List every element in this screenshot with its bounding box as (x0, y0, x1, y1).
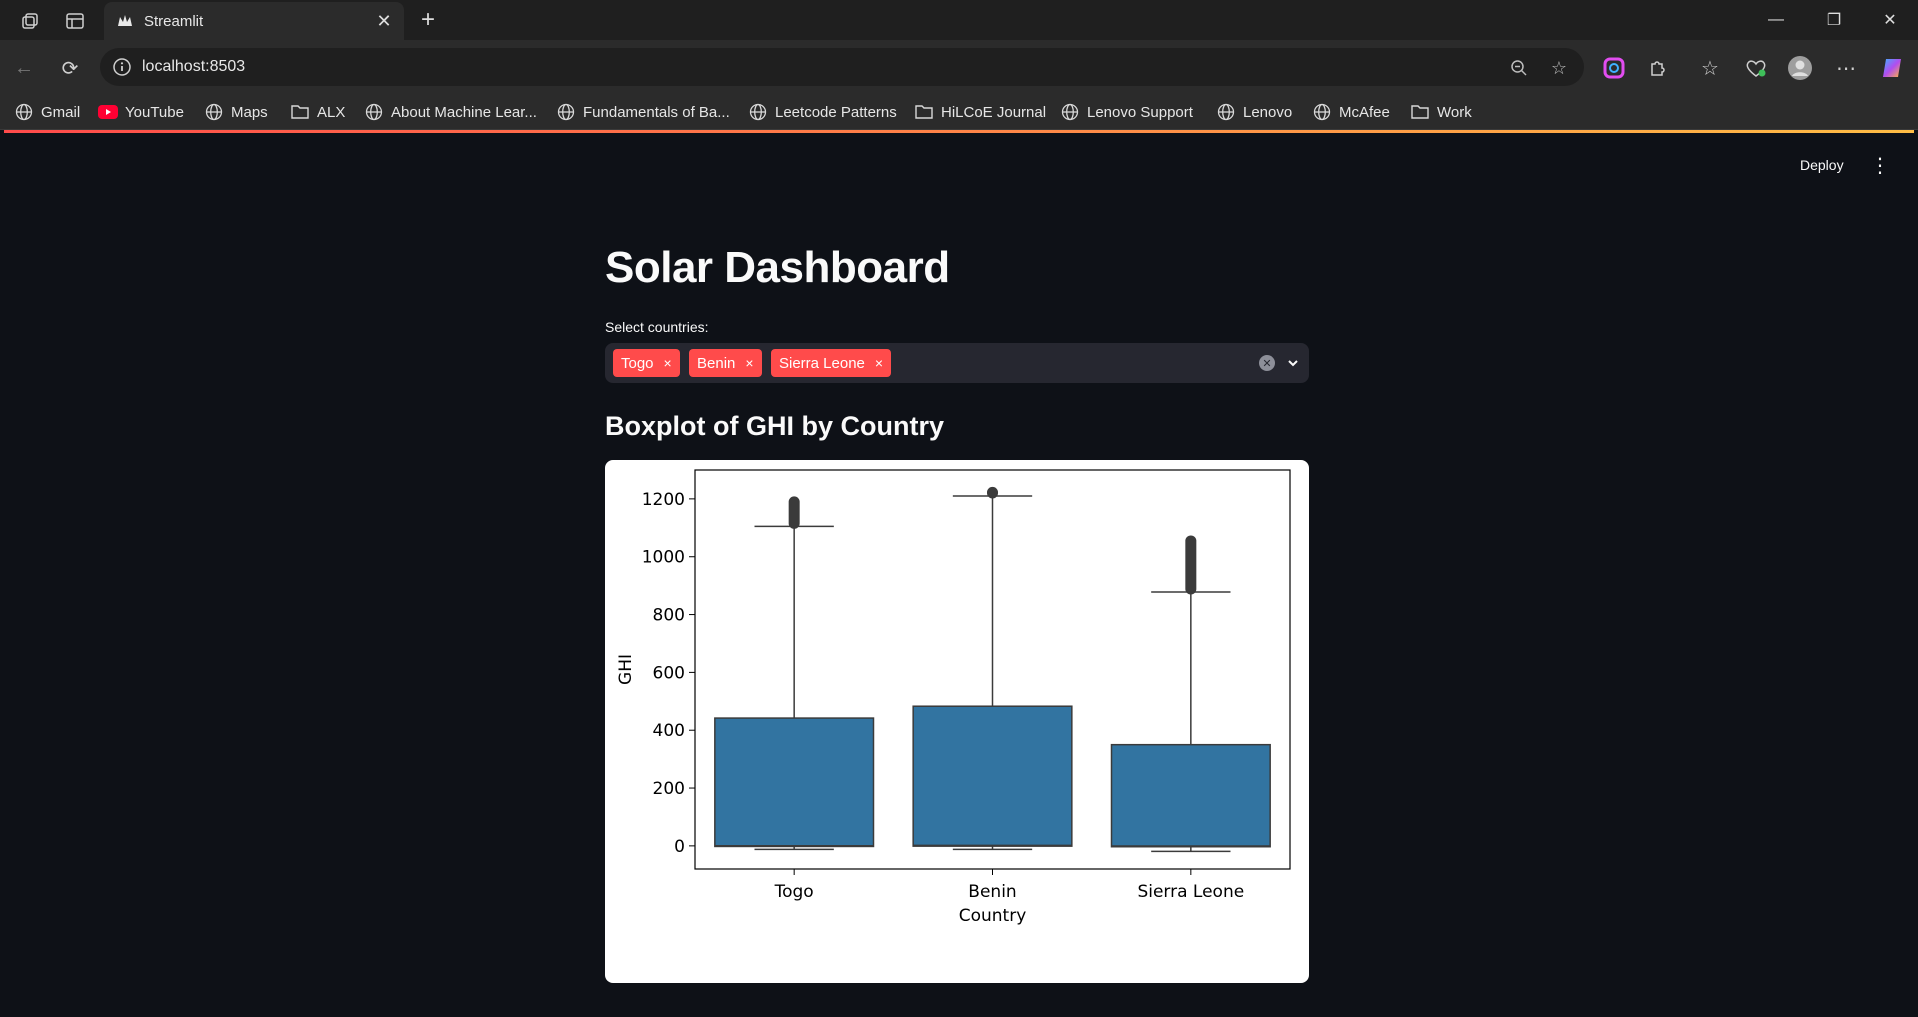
url-text[interactable]: localhost:8503 (142, 58, 245, 76)
chip-sierra-leone[interactable]: Sierra Leone × (771, 349, 892, 377)
page-title: Solar Dashboard (605, 243, 950, 292)
bookmark-item[interactable]: YouTube (98, 101, 184, 123)
bookmark-label: McAfee (1339, 103, 1390, 121)
bookmark-label: Fundamentals of Ba... (583, 103, 730, 121)
favorites-icon[interactable]: ☆ (1696, 54, 1724, 82)
globe-icon (14, 102, 34, 122)
extensions-icon[interactable] (1644, 54, 1672, 82)
bookmark-label: Gmail (41, 103, 81, 121)
clear-all-icon[interactable]: ✕ (1259, 355, 1275, 371)
folder-icon (290, 102, 310, 122)
folder-icon (914, 102, 934, 122)
reload-icon[interactable]: ⟳ (56, 54, 84, 82)
browser-essentials-icon[interactable] (1742, 54, 1770, 82)
streamlit-app: Deploy ⋮ Solar Dashboard Select countrie… (4, 133, 1914, 1017)
box-sierra-leone (1110, 743, 1271, 848)
bookmark-item[interactable]: Lenovo (1216, 101, 1292, 123)
bookmark-item[interactable]: McAfee (1312, 101, 1390, 123)
vertical-tabs-icon[interactable] (62, 8, 88, 34)
chip-benin[interactable]: Benin × (689, 349, 762, 377)
more-options-icon[interactable]: ⋯ (1832, 54, 1860, 82)
copilot-icon[interactable] (1878, 54, 1906, 82)
deploy-button[interactable]: Deploy (1800, 157, 1844, 173)
bookmark-label: About Machine Lear... (391, 103, 537, 121)
folder-icon (1410, 102, 1430, 122)
x-tick-label: Sierra Leone (1137, 882, 1244, 902)
chart-subheader: Boxplot of GHI by Country (605, 411, 944, 441)
y-axis-label: GHI (616, 654, 636, 685)
y-tick-label: 0 (674, 837, 685, 857)
globe-icon (204, 102, 224, 122)
bookmark-item[interactable]: Work (1410, 101, 1472, 123)
new-tab-button[interactable]: + (414, 6, 442, 34)
main-menu-icon[interactable]: ⋮ (1870, 151, 1890, 179)
bookmark-item[interactable]: Gmail (14, 101, 80, 123)
favorite-star-icon[interactable]: ☆ (1548, 57, 1570, 79)
streamlit-crown-icon (116, 12, 134, 30)
bookmark-label: Lenovo (1243, 103, 1293, 121)
tab-close-icon[interactable]: ✕ (374, 11, 394, 31)
browser-nav-bar: ← ⟳ localhost:8503 ☆ ☆ ⋯ (0, 40, 1918, 94)
copilot-color-icon[interactable] (1600, 54, 1628, 82)
tab-title: Streamlit (144, 12, 204, 30)
multiselect-label: Select countries: (605, 319, 709, 335)
globe-icon (1312, 102, 1332, 122)
y-tick-label: 200 (653, 779, 685, 799)
bookmark-label: Lenovo Support (1087, 103, 1193, 121)
bookmark-label: YouTube (125, 103, 184, 121)
country-multiselect[interactable]: Togo × Benin × Sierra Leone × ✕ (605, 343, 1309, 383)
profile-avatar[interactable] (1786, 54, 1814, 82)
y-tick-label: 600 (653, 663, 685, 683)
browser-tab-bar: Streamlit ✕ + — ❐ ✕ (0, 0, 1918, 40)
boxplot-chart: 0 200 400 600 800 1000 1200 GHI Togo Benin Sierra … (605, 460, 1309, 983)
globe-icon (556, 102, 576, 122)
bookmark-item[interactable]: Leetcode Patterns (748, 101, 897, 123)
bookmark-label: ALX (317, 103, 346, 121)
minimize-button[interactable]: — (1756, 6, 1796, 34)
bookmark-label: Maps (231, 103, 268, 121)
chip-remove-icon[interactable]: × (745, 355, 753, 371)
zoom-icon[interactable] (1508, 57, 1530, 79)
box-benin (912, 705, 1073, 847)
bookmark-label: Leetcode Patterns (775, 103, 897, 121)
back-icon[interactable]: ← (10, 54, 38, 82)
site-info-icon[interactable] (112, 57, 132, 77)
x-axis-label: Country (959, 906, 1027, 926)
chip-label: Benin (697, 354, 736, 372)
bookmark-item[interactable]: About Machine Lear... (364, 101, 537, 123)
y-tick-label: 800 (653, 606, 685, 626)
y-tick-label: 400 (653, 721, 685, 741)
tab-streamlit[interactable]: Streamlit ✕ (104, 2, 404, 40)
close-window-button[interactable]: ✕ (1870, 6, 1910, 34)
address-bar[interactable]: localhost:8503 ☆ (100, 48, 1584, 86)
bookmark-item[interactable]: Maps (204, 101, 268, 123)
x-tick-label: Benin (968, 882, 1016, 902)
bookmark-label: Work (1437, 103, 1472, 121)
globe-icon (1216, 102, 1236, 122)
chip-remove-icon[interactable]: × (875, 355, 883, 371)
globe-icon (364, 102, 384, 122)
chip-label: Togo (621, 354, 654, 372)
bookmark-label: HiLCoE Journal (941, 103, 1047, 121)
x-tick-label: Togo (774, 882, 814, 902)
bookmark-item[interactable]: Fundamentals of Ba... (556, 101, 730, 123)
bookmarks-bar: Gmail YouTube Maps ALX About Machine Lear...… (0, 94, 1918, 130)
workspaces-icon[interactable] (18, 8, 44, 34)
box-togo (714, 717, 875, 848)
y-tick-label: 1200 (642, 490, 685, 510)
globe-icon (1060, 102, 1080, 122)
globe-icon (748, 102, 768, 122)
chevron-down-icon[interactable] (1283, 353, 1303, 373)
bookmark-item[interactable]: HiLCoE Journal (914, 101, 1046, 123)
chip-remove-icon[interactable]: × (664, 355, 672, 371)
chip-label: Sierra Leone (779, 354, 865, 372)
restore-button[interactable]: ❐ (1814, 6, 1854, 34)
bookmark-item[interactable]: ALX (290, 101, 345, 123)
youtube-icon (98, 102, 118, 122)
boxplot-svg: 0 200 400 600 800 1000 1200 GHI Togo Benin Sierra … (616, 469, 1291, 926)
chip-togo[interactable]: Togo × (613, 349, 680, 377)
y-tick-label: 1000 (642, 548, 685, 568)
bookmark-item[interactable]: Lenovo Support (1060, 101, 1193, 123)
